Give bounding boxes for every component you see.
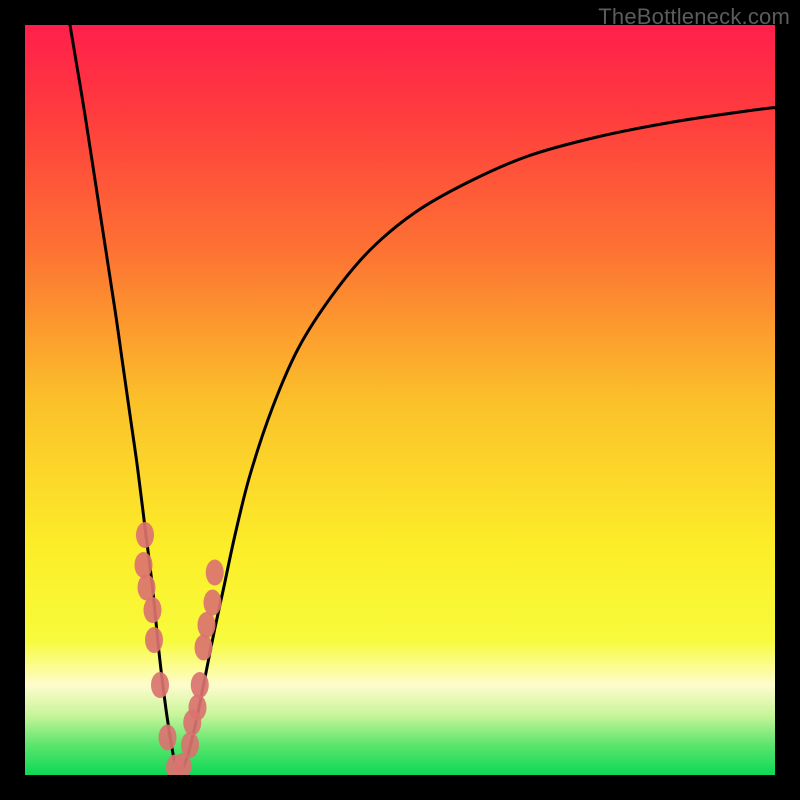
data-marker <box>206 560 224 586</box>
data-marker <box>159 725 177 751</box>
curve-layer <box>25 25 775 775</box>
data-marker <box>144 597 162 623</box>
watermark-text: TheBottleneck.com <box>598 4 790 30</box>
data-marker <box>145 627 163 653</box>
left-branch-curve <box>70 25 177 771</box>
data-marker <box>189 695 207 721</box>
data-marker <box>195 635 213 661</box>
data-marker <box>198 612 216 638</box>
data-marker <box>191 672 209 698</box>
plot-area <box>25 25 775 775</box>
data-marker <box>151 672 169 698</box>
chart-frame: TheBottleneck.com <box>0 0 800 800</box>
right-branch-curve <box>181 108 775 772</box>
data-marker <box>181 732 199 758</box>
data-marker <box>135 552 153 578</box>
data-marker <box>204 590 222 616</box>
data-marker <box>138 575 156 601</box>
data-marker <box>136 522 154 548</box>
data-markers <box>135 522 224 775</box>
